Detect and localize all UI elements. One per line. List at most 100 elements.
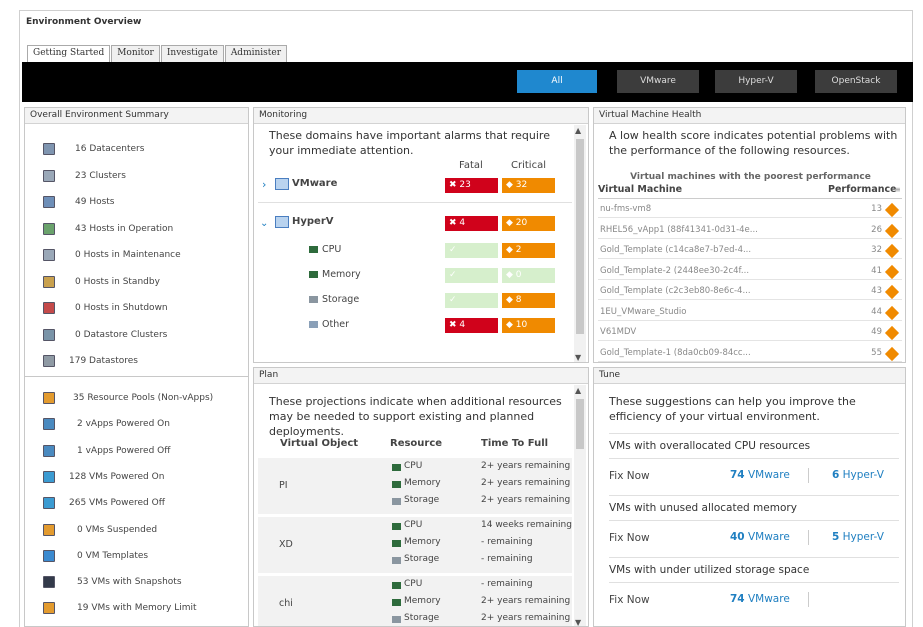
vm-table-row[interactable]: Gold_Template (c14ca8e7-b7ed-4... 32 <box>598 242 902 259</box>
vmware-fatal-badge[interactable]: ✖ 23 <box>445 178 498 193</box>
tune-divider <box>609 458 899 459</box>
hyperv-critical-badge[interactable]: ◆ 20 <box>502 216 555 231</box>
fatal-badge[interactable]: ✖ 4 <box>445 318 498 333</box>
summary-item-label[interactable]: 0 Datastore Clusters <box>75 330 167 340</box>
fix-now-button[interactable]: Fix Now <box>609 532 650 544</box>
vmware-link[interactable]: 74 VMware <box>730 469 790 481</box>
vm-score: 41 <box>871 265 882 276</box>
summary-item-label[interactable]: 179 Datastores <box>69 356 138 366</box>
summary-item-label[interactable]: 19 VMs with Memory Limit <box>77 603 197 613</box>
summary-panel: Overall Environment Summary 16 Datacente… <box>24 107 249 627</box>
storage-icon <box>392 498 401 505</box>
summary-item-label[interactable]: 0 VM Templates <box>77 551 148 561</box>
vm-col-performance[interactable]: Performance <box>828 184 897 195</box>
filter-hyperv-button[interactable]: Hyper-V <box>715 70 797 93</box>
vmware-critical-badge[interactable]: ◆ 32 <box>502 178 555 193</box>
summary-item-label[interactable]: 16 Datacenters <box>75 144 144 154</box>
monitoring-panel: Monitoring These domains have important … <box>253 107 589 363</box>
filter-openstack-button[interactable]: OpenStack <box>815 70 897 93</box>
monitor-resource-label[interactable]: Other <box>322 319 349 330</box>
hyperv-domain-label[interactable]: HyperV <box>292 216 334 227</box>
vm-table-row[interactable]: nu-fms-vm8 13 <box>598 201 902 218</box>
scroll-thumb[interactable] <box>576 399 584 449</box>
vm-table-row[interactable]: Gold_Template (c2c3eb80-8e6c-4... 43 <box>598 283 902 300</box>
vm-table-row[interactable]: Gold_Template-1 (8da0cb09-84cc... 55 <box>598 345 902 362</box>
plan-object-name[interactable]: chi <box>279 598 293 609</box>
vm-table-row[interactable]: RHEL56_vApp1 (88f41341-0d31-4e... 26 <box>598 222 902 239</box>
fatal-badge[interactable]: ✓ <box>445 243 498 258</box>
hyperv-link[interactable]: 5 Hyper-V <box>832 531 884 543</box>
summary-item-label[interactable]: 35 Resource Pools (Non-vApps) <box>73 393 213 403</box>
tab-getting-started[interactable]: Getting Started <box>27 45 111 63</box>
filter-all-button[interactable]: All <box>517 70 597 93</box>
tab-administer[interactable]: Administer <box>224 45 288 62</box>
datastore-cluster-icon <box>43 328 55 341</box>
expand-chevron-icon[interactable]: › <box>262 178 266 191</box>
monitor-resource-label[interactable]: Storage <box>322 294 359 305</box>
vm-health-description: A low health score indicates potential p… <box>609 129 898 157</box>
summary-item-label[interactable]: 43 Hosts in Operation <box>75 224 173 234</box>
tab-monitor[interactable]: Monitor <box>111 45 160 62</box>
summary-item-label[interactable]: 49 Hosts <box>75 197 115 207</box>
vm-name: Gold_Template-1 (8da0cb09-84cc... <box>600 347 751 358</box>
summary-item-label[interactable]: 0 Hosts in Standby <box>75 277 160 287</box>
summary-divider <box>25 376 248 377</box>
vmware-link[interactable]: 74 VMware <box>730 593 790 605</box>
monitor-resource-label[interactable]: Memory <box>322 269 361 280</box>
summary-item-label[interactable]: 53 VMs with Snapshots <box>77 577 182 587</box>
vmware-domain-label[interactable]: VMware <box>292 178 337 189</box>
storage-icon <box>392 616 401 623</box>
tab-investigate[interactable]: Investigate <box>160 45 224 62</box>
critical-badge[interactable]: ◆ 8 <box>502 293 555 308</box>
critical-count: 2 <box>515 245 522 255</box>
summary-item-label[interactable]: 2 vApps Powered On <box>77 419 170 429</box>
vmware-critical-count: 32 <box>515 180 528 190</box>
critical-badge[interactable]: ◆ 10 <box>502 318 555 333</box>
fatal-header: Fatal <box>459 160 483 171</box>
critical-badge[interactable]: ◆ 2 <box>502 243 555 258</box>
host-standby-icon <box>43 275 55 288</box>
monitoring-scrollbar[interactable]: ▲ ▼ <box>574 125 586 362</box>
tune-title: Tune <box>594 368 905 384</box>
scroll-up-icon[interactable]: ▲ <box>575 126 581 135</box>
vmware-link[interactable]: 40 VMware <box>730 531 790 543</box>
plan-object-name[interactable]: XD <box>279 539 293 550</box>
summary-item-label[interactable]: 0 VMs Suspended <box>77 525 157 535</box>
scroll-down-icon[interactable]: ▼ <box>575 618 581 626</box>
collapse-chevron-icon[interactable]: ⌄ <box>260 218 268 229</box>
summary-item-label[interactable]: 23 Clusters <box>75 171 126 181</box>
plan-scrollbar[interactable]: ▲ ▼ <box>574 385 586 626</box>
fatal-badge[interactable]: ✓ <box>445 293 498 308</box>
vm-health-title: Virtual Machine Health <box>594 108 905 124</box>
scroll-up-icon[interactable]: ▲ <box>575 386 581 395</box>
plan-time-value: - remaining <box>481 554 533 564</box>
summary-item-label[interactable]: 128 VMs Powered On <box>69 472 164 482</box>
fix-now-button[interactable]: Fix Now <box>609 594 650 606</box>
critical-badge[interactable]: ◆ 0 <box>502 268 555 283</box>
hyperv-fatal-badge[interactable]: ✖ 4 <box>445 216 498 231</box>
fix-now-button[interactable]: Fix Now <box>609 470 650 482</box>
resource-pool-icon <box>43 392 55 404</box>
vm-table-row[interactable]: V61MDV 49 <box>598 324 902 341</box>
plan-object-name[interactable]: PI <box>279 480 288 491</box>
storage-icon <box>392 557 401 564</box>
filter-vmware-button[interactable]: VMware <box>617 70 699 93</box>
vm-table-row[interactable]: Gold_Template-2 (2448ee30-2c4f... 41 <box>598 263 902 280</box>
summary-item-label[interactable]: 1 vApps Powered Off <box>77 446 170 456</box>
scroll-thumb[interactable] <box>576 139 584 334</box>
memory-icon <box>392 540 401 547</box>
summary-item-label[interactable]: 0 Hosts in Shutdown <box>75 303 168 313</box>
hyperv-link[interactable]: 6 Hyper-V <box>832 469 884 481</box>
monitor-resource-label[interactable]: CPU <box>322 244 341 255</box>
tune-description: These suggestions can help you improve t… <box>609 395 856 423</box>
vm-table-row[interactable]: 1EU_VMware_Studio 44 <box>598 304 902 321</box>
column-menu-icon[interactable]: ≡ <box>894 185 901 194</box>
fatal-badge[interactable]: ✓ <box>445 268 498 283</box>
vm-template-icon <box>43 549 55 562</box>
storage-icon <box>309 296 318 303</box>
vmware-count: 40 <box>730 531 745 543</box>
scroll-down-icon[interactable]: ▼ <box>575 353 581 362</box>
tune-divider <box>609 557 899 558</box>
summary-item-label[interactable]: 0 Hosts in Maintenance <box>75 250 181 260</box>
summary-item-label[interactable]: 265 VMs Powered Off <box>69 498 165 508</box>
